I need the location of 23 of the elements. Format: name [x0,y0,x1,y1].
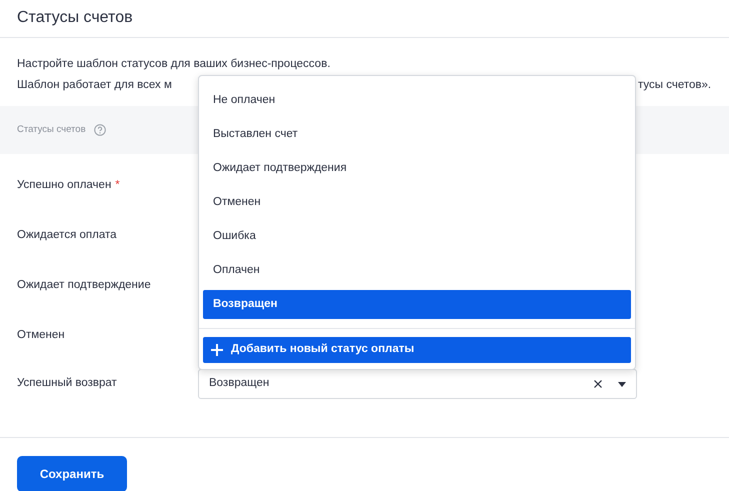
field-label: Отменен [17,329,65,341]
clear-icon[interactable] [594,380,602,388]
plus-icon [211,344,223,356]
field-label: Ожидает подтверждение [17,279,151,291]
dropdown-option[interactable]: Ошибка [203,220,631,254]
caret-icon[interactable] [618,382,626,386]
dropdown-option[interactable]: Ожидает подтверждения [203,152,631,186]
required-marker: * [115,179,120,191]
add-status-button[interactable]: Добавить новый статус оплаты [203,337,631,363]
dropdown-option[interactable]: Оплачен [203,254,631,288]
dropdown-option[interactable]: Отменен [203,186,631,220]
save-button[interactable]: Сохранить [17,456,127,491]
field-label: Успешный возврат [17,377,117,390]
field-label: Ожидается оплата [17,229,117,241]
section-label: Статусы счетов [17,122,86,137]
field-label: Успешно оплачен [17,179,112,191]
description-text: тусы счетов». [638,78,712,93]
dropdown-option[interactable]: Не оплачен [203,84,631,118]
dropdown-option[interactable]: Выставлен счет [203,118,631,152]
description-text: Настройте шаблон статусов для ваших бизнес-процессов. [17,57,332,72]
description-text: Шаблон работает для всех м [17,78,173,93]
page-title: Статусы счетов [0,0,729,38]
dropdown-option[interactable]: Возвращен [203,290,631,319]
